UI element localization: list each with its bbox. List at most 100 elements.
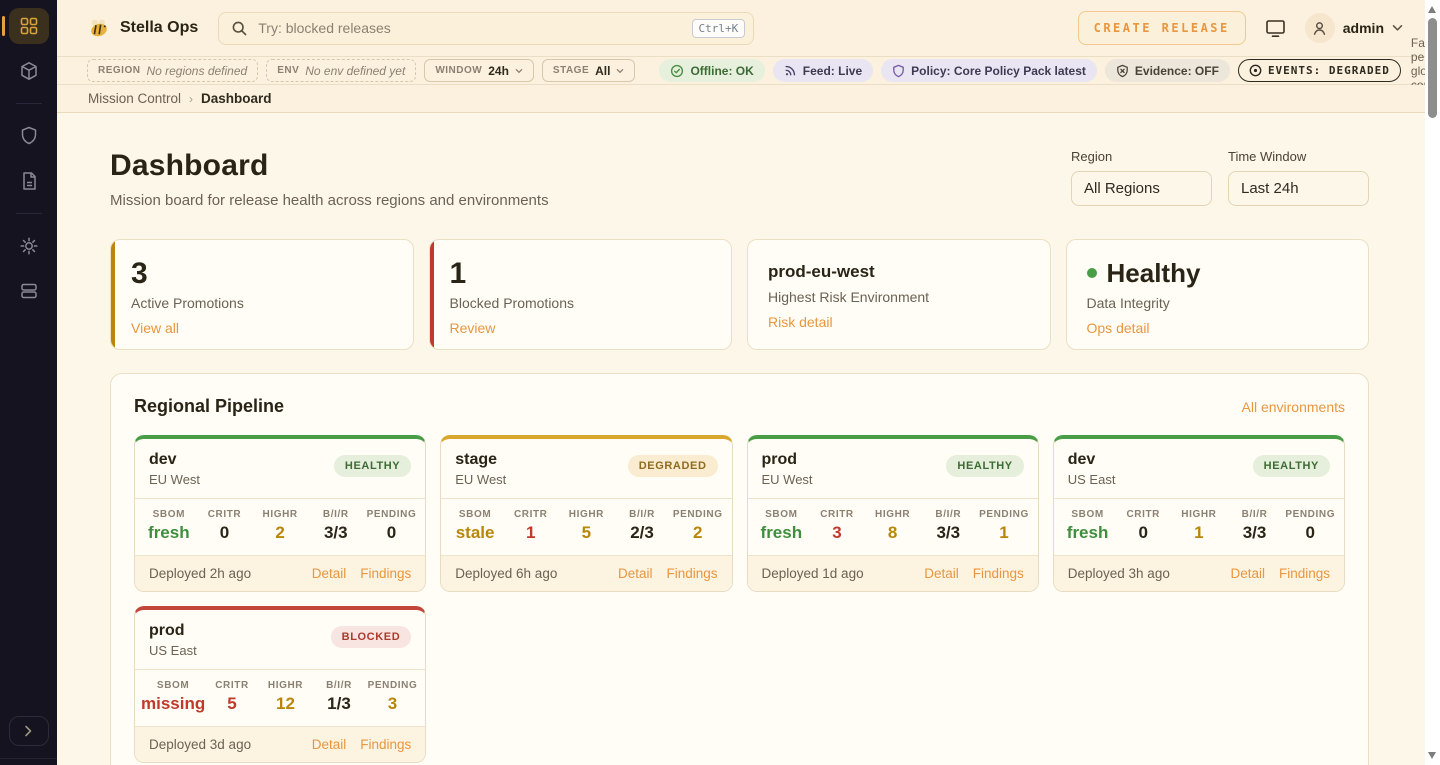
file-document-icon xyxy=(18,170,40,192)
sidebar-item-documents[interactable] xyxy=(9,163,49,199)
stat-label: PENDING xyxy=(976,509,1032,520)
stat-label: SBOM xyxy=(141,509,197,520)
env-pill-label: ENV xyxy=(277,65,299,76)
summary-card-label: Data Integrity xyxy=(1087,295,1349,311)
feed-status-pill[interactable]: Feed: Live xyxy=(773,59,873,82)
breadcrumb-parent-link[interactable]: Mission Control xyxy=(88,91,181,106)
create-release-button[interactable]: CREATE RELEASE xyxy=(1078,11,1246,45)
summary-card-link[interactable]: View all xyxy=(131,320,179,336)
pipeline-card-stats: SBOMfreshCRITR0HIGHR2B/I/R3/3PENDING0 xyxy=(135,498,425,556)
pipeline-card-titles: devEU West xyxy=(149,451,200,487)
findings-link[interactable]: Findings xyxy=(360,566,411,581)
pipeline-card-links: Detail Findings xyxy=(924,566,1024,581)
env-context-pill[interactable]: ENV No env defined yet xyxy=(266,59,416,82)
stage-context-dropdown[interactable]: STAGE All xyxy=(542,59,636,82)
deployed-time: Deployed 1d ago xyxy=(762,566,864,581)
findings-link[interactable]: Findings xyxy=(973,566,1024,581)
regional-pipeline-panel: Regional Pipeline All environments devEU… xyxy=(110,373,1369,765)
search-input[interactable] xyxy=(258,20,681,36)
sidebar-expand-button[interactable] xyxy=(9,716,49,746)
detail-link[interactable]: Detail xyxy=(312,566,347,581)
sidebar-divider xyxy=(16,103,42,104)
sidebar-item-dashboard[interactable] xyxy=(9,8,49,44)
user-menu[interactable]: admin xyxy=(1305,13,1403,43)
region-filter: Region All Regions xyxy=(1071,149,1212,206)
stat-column: SBOMfresh xyxy=(141,509,197,543)
stat-label: PENDING xyxy=(366,680,420,691)
gear-icon xyxy=(18,235,40,257)
findings-link[interactable]: Findings xyxy=(666,566,717,581)
summary-card-link[interactable]: Review xyxy=(450,320,496,336)
region-context-pill[interactable]: REGION No regions defined xyxy=(87,59,258,82)
stat-column: HIGHR5 xyxy=(559,509,615,543)
deployed-time: Deployed 6h ago xyxy=(455,566,557,581)
stat-value: 0 xyxy=(197,523,253,543)
user-name: admin xyxy=(1343,20,1384,36)
offline-status-pill[interactable]: Offline: OK xyxy=(659,59,764,82)
stat-value: stale xyxy=(447,523,503,543)
global-search[interactable]: Ctrl+K xyxy=(218,12,754,45)
summary-card-value: 1 xyxy=(450,257,712,290)
display-mode-button[interactable] xyxy=(1264,17,1287,39)
stat-label: SBOM xyxy=(141,680,205,691)
sidebar-item-security[interactable] xyxy=(9,118,49,154)
stat-column: SBOMfresh xyxy=(1060,509,1116,543)
app-logo[interactable]: Stella Ops xyxy=(87,17,198,39)
region-filter-select[interactable]: All Regions xyxy=(1071,171,1212,206)
stat-label: B/I/R xyxy=(1227,509,1283,520)
pipeline-panel-title: Regional Pipeline xyxy=(134,396,284,417)
shield-off-icon xyxy=(1116,64,1129,78)
environment-region: US East xyxy=(1068,472,1116,487)
environment-region: EU West xyxy=(762,472,813,487)
context-status-bar: REGION No regions defined ENV No env def… xyxy=(57,57,1425,85)
window-context-dropdown[interactable]: WINDOW 24h xyxy=(424,59,534,82)
stat-label: HIGHR xyxy=(865,509,921,520)
stat-label: B/I/R xyxy=(312,680,366,691)
environment-region: EU West xyxy=(455,472,506,487)
shield-icon xyxy=(18,125,40,147)
scrollbar-up-arrow-icon[interactable] xyxy=(1428,6,1436,13)
pipeline-env-card: devEU WestHEALTHYSBOMfreshCRITR0HIGHR2B/… xyxy=(134,435,426,592)
sidebar-item-infrastructure[interactable] xyxy=(9,273,49,309)
stat-value: 2 xyxy=(252,523,308,543)
environment-name: stage xyxy=(455,451,506,469)
stat-label: PENDING xyxy=(1282,509,1338,520)
time-window-filter-select[interactable]: Last 24h xyxy=(1228,171,1369,206)
scrollbar-down-arrow-icon[interactable] xyxy=(1428,752,1436,759)
stat-label: B/I/R xyxy=(308,509,364,520)
findings-link[interactable]: Findings xyxy=(360,737,411,752)
deployed-time: Deployed 3h ago xyxy=(1068,566,1170,581)
stage-pill-label: STAGE xyxy=(553,65,589,76)
findings-link[interactable]: Findings xyxy=(1279,566,1330,581)
stat-column: CRITR1 xyxy=(503,509,559,543)
all-environments-link[interactable]: All environments xyxy=(1242,399,1346,415)
pipeline-card-stats: SBOMstaleCRITR1HIGHR5B/I/R2/3PENDING2 xyxy=(441,498,731,556)
sidebar-item-settings[interactable] xyxy=(9,228,49,264)
summary-card-link[interactable]: Ops detail xyxy=(1087,320,1150,336)
stat-label: PENDING xyxy=(670,509,726,520)
monitor-icon xyxy=(1264,17,1287,39)
stat-column: SBOMstale xyxy=(447,509,503,543)
events-status-pill[interactable]: EVENTS: DEGRADED xyxy=(1238,59,1401,82)
region-pill-value: No regions defined xyxy=(146,64,247,78)
detail-link[interactable]: Detail xyxy=(312,737,347,752)
detail-link[interactable]: Detail xyxy=(618,566,653,581)
region-pill-label: REGION xyxy=(98,65,140,76)
summary-card-link[interactable]: Risk detail xyxy=(768,314,833,330)
scrollbar-thumb[interactable] xyxy=(1428,18,1437,118)
pipeline-env-card: stageEU WestDEGRADEDSBOMstaleCRITR1HIGHR… xyxy=(440,435,732,592)
detail-link[interactable]: Detail xyxy=(924,566,959,581)
summary-card-label: Blocked Promotions xyxy=(450,295,712,311)
policy-status-pill[interactable]: Policy: Core Policy Pack latest xyxy=(881,59,1097,82)
page-scrollbar[interactable] xyxy=(1425,0,1440,765)
stat-label: SBOM xyxy=(754,509,810,520)
pipeline-card-header: stageEU WestDEGRADED xyxy=(441,439,731,498)
sidebar-item-releases[interactable] xyxy=(9,53,49,89)
pipeline-env-card: devUS EastHEALTHYSBOMfreshCRITR0HIGHR1B/… xyxy=(1053,435,1345,592)
evidence-status-pill[interactable]: Evidence: OFF xyxy=(1105,59,1230,82)
policy-shield-icon xyxy=(892,64,905,78)
stat-value: 12 xyxy=(259,694,313,714)
evidence-status-text: Evidence: OFF xyxy=(1135,64,1219,78)
top-header: Stella Ops Ctrl+K CREATE RELEASE admin xyxy=(57,0,1425,57)
detail-link[interactable]: Detail xyxy=(1230,566,1265,581)
